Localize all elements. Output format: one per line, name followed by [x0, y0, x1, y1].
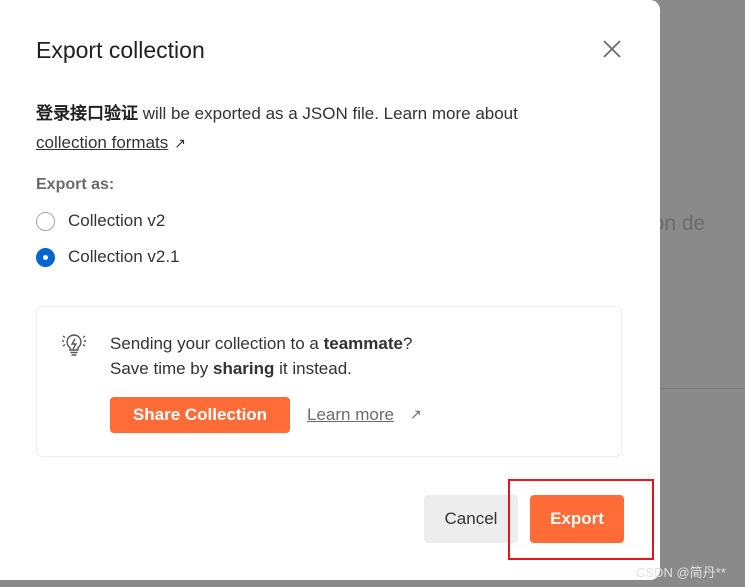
collection-name: 登录接口验证 — [36, 104, 138, 123]
radio-collection-v2-1[interactable]: Collection v2.1 — [36, 247, 180, 267]
export-as-label: Export as: — [36, 176, 115, 193]
dialog-description: 登录接口验证 will be exported as a JSON file. … — [36, 99, 616, 158]
radio-unchecked-icon[interactable] — [36, 211, 55, 231]
cancel-button[interactable]: Cancel — [424, 495, 518, 543]
radio-checked-icon[interactable] — [36, 247, 55, 267]
share-card: Sending your collection to a teammate? S… — [36, 306, 622, 457]
radio-label: Collection v2.1 — [68, 247, 180, 266]
share-message: Sending your collection to a teammate? S… — [110, 334, 413, 378]
collection-formats-link[interactable]: collection formats — [36, 133, 168, 152]
lightbulb-icon — [62, 334, 86, 356]
background-divider — [660, 388, 745, 389]
dialog-title: Export collection — [36, 37, 205, 63]
watermark: CSDN @简丹** — [636, 565, 726, 580]
radio-label: Collection v2 — [68, 211, 166, 230]
description-text: will be exported as a JSON file. Learn m… — [138, 104, 518, 123]
learn-more-link[interactable]: Learn more — [307, 405, 394, 425]
close-icon[interactable] — [600, 37, 624, 61]
share-collection-button[interactable]: Share Collection — [110, 397, 290, 433]
external-link-icon: ↗ — [174, 135, 187, 151]
radio-collection-v2[interactable]: Collection v2 — [36, 211, 165, 231]
external-link-icon: ↗ — [410, 406, 422, 422]
highlight-box — [508, 479, 654, 560]
